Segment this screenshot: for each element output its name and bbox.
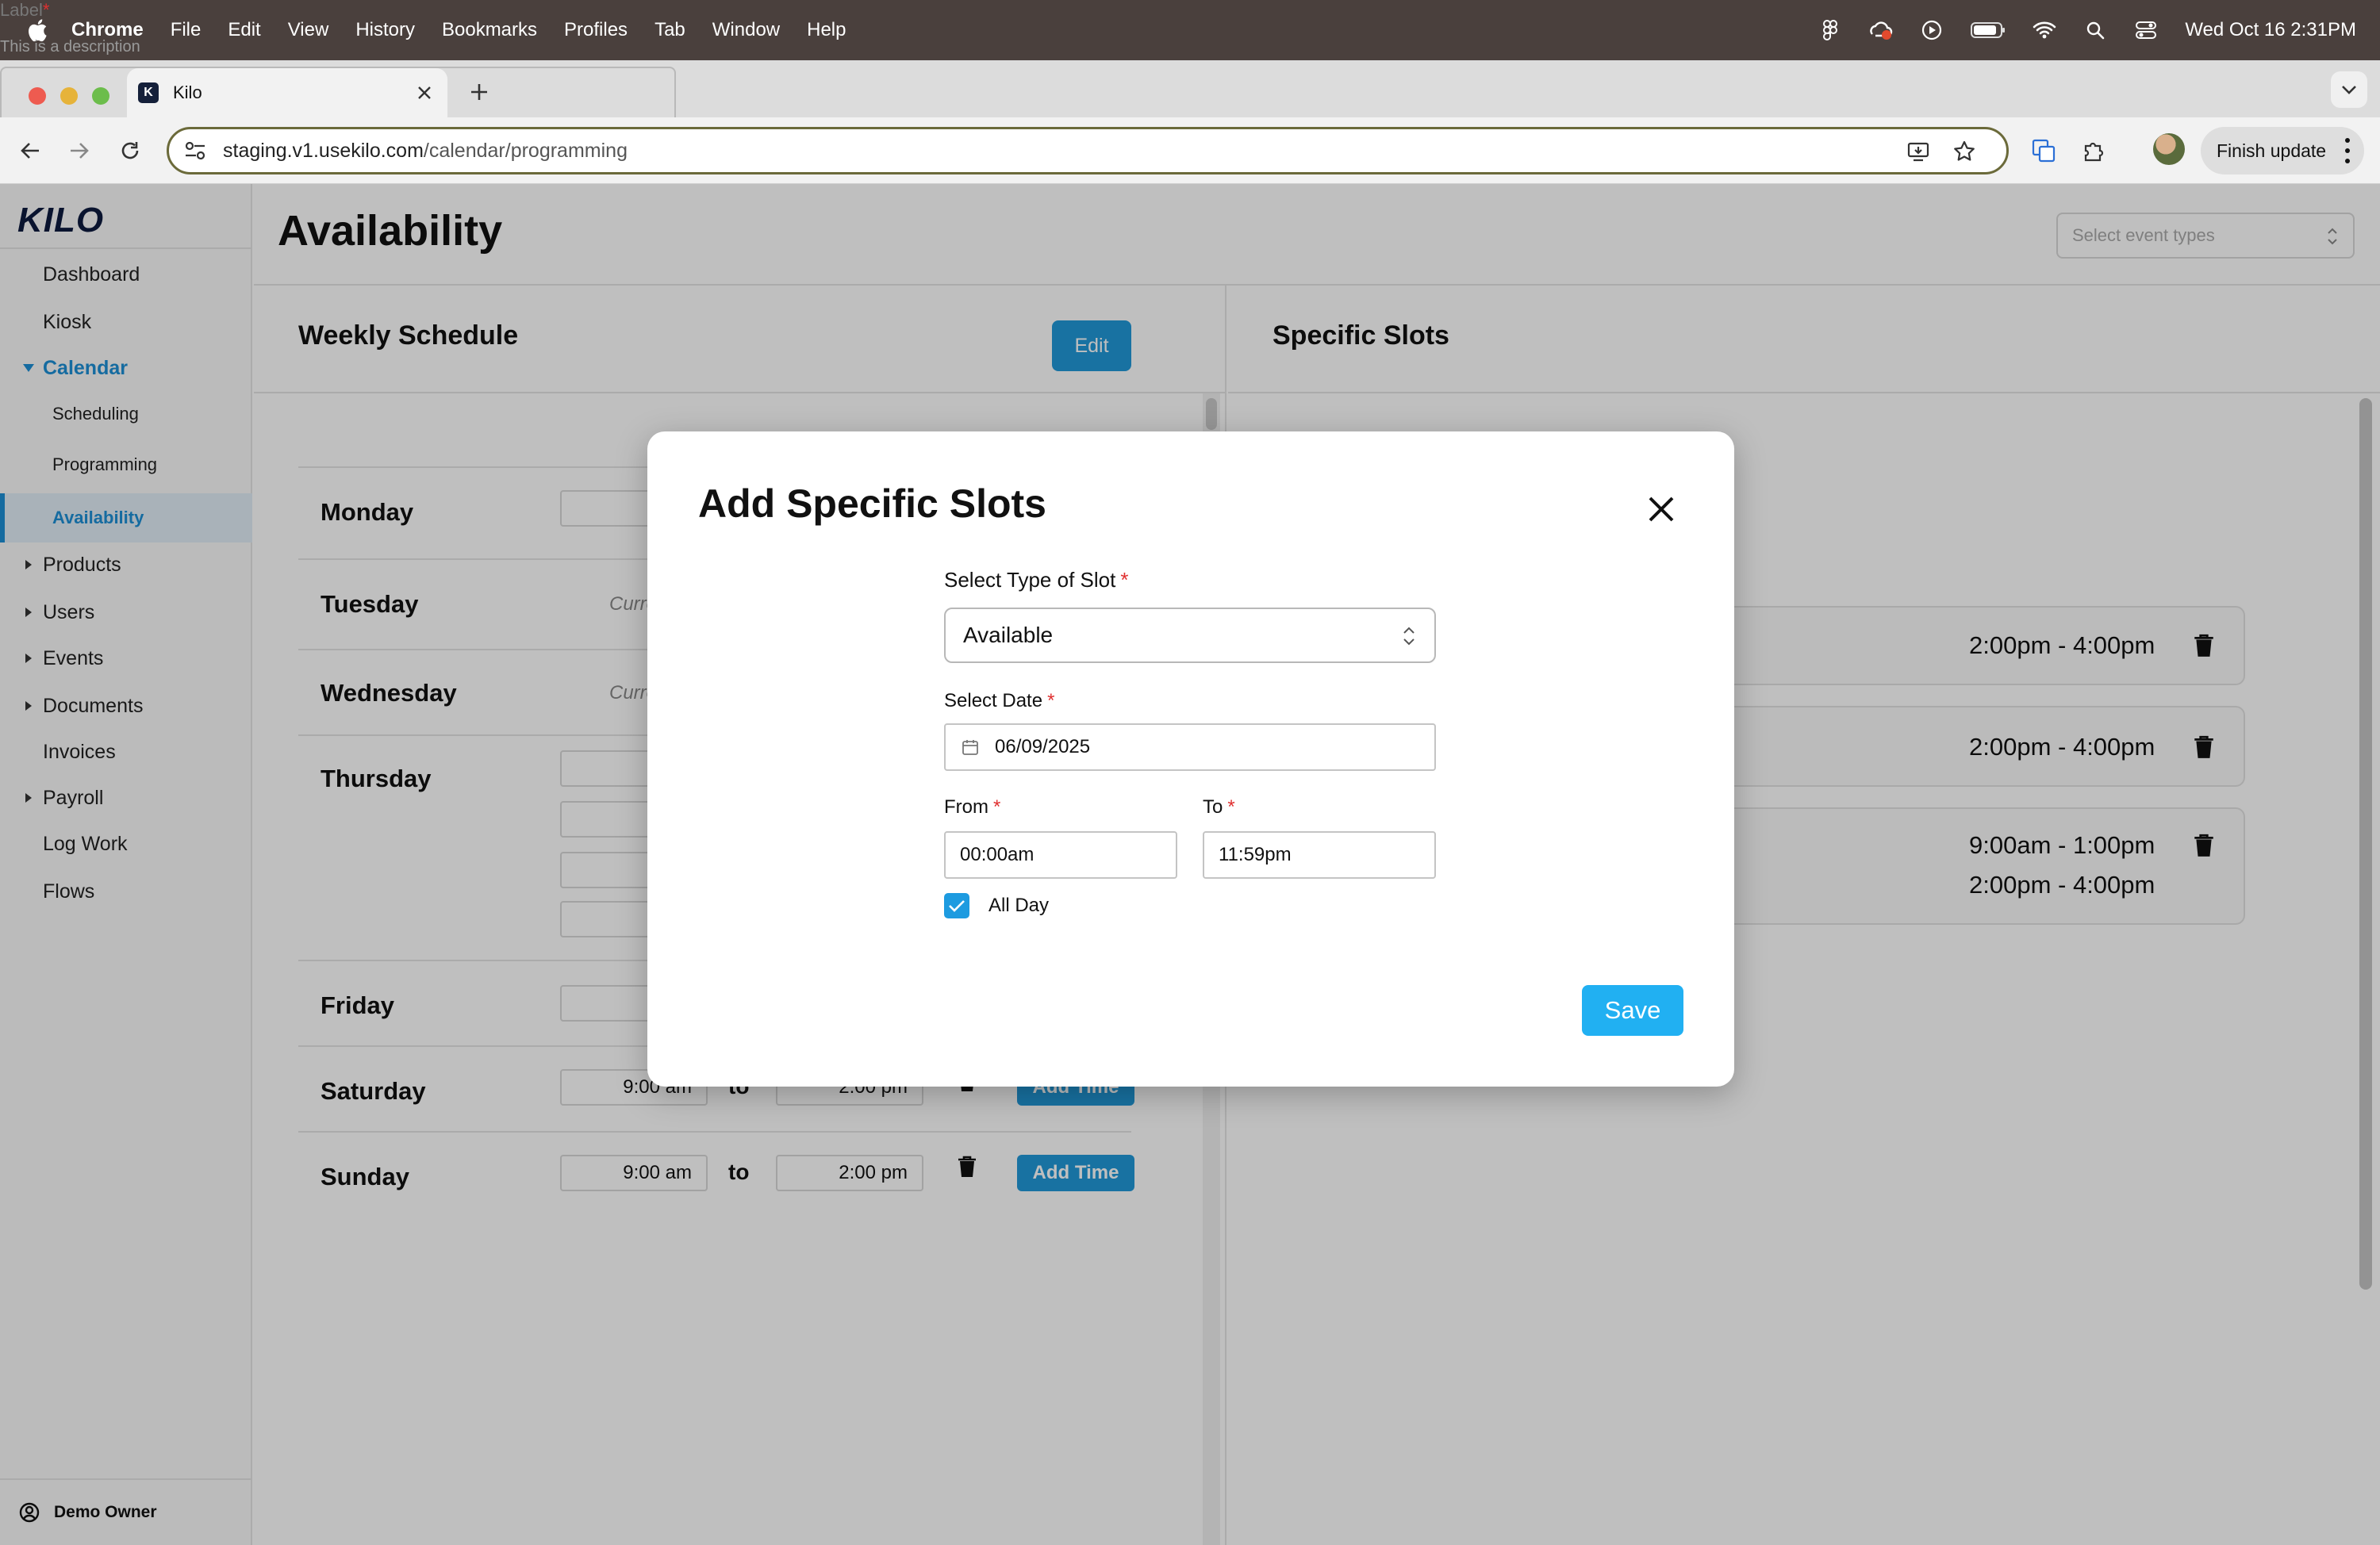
bookmark-star-icon[interactable] xyxy=(1952,140,1976,163)
tab-search-button[interactable] xyxy=(2331,71,2367,108)
back-button[interactable] xyxy=(14,135,46,167)
slot-type-select[interactable]: Available xyxy=(944,608,1436,663)
more-options-icon[interactable] xyxy=(2344,138,2351,163)
modal-title: Add Specific Slots xyxy=(698,481,1046,526)
slot-type-value: Available xyxy=(963,623,1054,647)
check-icon xyxy=(949,900,965,912)
save-button[interactable]: Save xyxy=(1582,985,1683,1036)
from-label: From * xyxy=(944,796,1001,818)
overlay-form-description: This is a description xyxy=(0,38,140,56)
menu-file[interactable]: File xyxy=(171,19,202,41)
from-time-value: 00:00am xyxy=(960,844,1035,865)
forward-button[interactable] xyxy=(63,135,95,167)
menu-window[interactable]: Window xyxy=(712,19,780,41)
overlay-form-label: Label* xyxy=(0,0,50,20)
from-time-input[interactable]: 00:00am xyxy=(944,831,1177,879)
chevron-up-down-icon xyxy=(1403,627,1415,646)
menu-bookmarks[interactable]: Bookmarks xyxy=(442,19,537,41)
site-settings-icon[interactable] xyxy=(183,139,207,163)
profile-avatar[interactable] xyxy=(2153,133,2185,165)
finish-update-button[interactable]: Finish update xyxy=(2201,127,2364,174)
extension-tab-icon[interactable] xyxy=(2028,135,2059,167)
menu-help[interactable]: Help xyxy=(807,19,846,41)
new-tab-button[interactable] xyxy=(463,76,495,108)
play-icon[interactable] xyxy=(1920,18,1944,42)
macos-menu-bar: Chrome File Edit View History Bookmarks … xyxy=(0,0,2380,60)
browser-toolbar: staging.v1.usekilo.com/calendar/programm… xyxy=(0,117,2380,184)
to-time-value: 11:59pm xyxy=(1219,844,1292,865)
tab-title: Kilo xyxy=(173,82,202,102)
extensions-puzzle-icon[interactable] xyxy=(2079,135,2110,167)
url-text[interactable]: staging.v1.usekilo.com/calendar/programm… xyxy=(223,140,628,163)
minimize-window-button[interactable] xyxy=(60,87,78,105)
close-icon[interactable] xyxy=(411,79,438,106)
menu-profiles[interactable]: Profiles xyxy=(564,19,628,41)
reload-button[interactable] xyxy=(114,135,146,167)
to-label: To * xyxy=(1203,796,1235,818)
maximize-window-button[interactable] xyxy=(92,87,109,105)
status-area: Wed Oct 16 2:31PM xyxy=(1791,0,2356,60)
date-label: Select Date * xyxy=(944,690,1055,711)
date-value: 06/09/2025 xyxy=(995,736,1091,757)
date-input[interactable]: 06/09/2025 xyxy=(944,723,1436,771)
spotlight-search-icon[interactable] xyxy=(2083,18,2107,42)
wifi-icon[interactable] xyxy=(2033,18,2056,42)
menu-view[interactable]: View xyxy=(288,19,329,41)
close-window-button[interactable] xyxy=(29,87,46,105)
menu-clock[interactable]: Wed Oct 16 2:31PM xyxy=(2185,19,2356,41)
figma-icon[interactable] xyxy=(1818,18,1842,42)
calendar-icon xyxy=(962,740,978,755)
close-icon[interactable] xyxy=(1645,493,1677,525)
all-day-label: All Day xyxy=(988,895,1050,916)
address-bar[interactable]: staging.v1.usekilo.com/calendar/programm… xyxy=(167,127,2009,174)
browser-tab-strip: K Kilo xyxy=(0,60,2380,117)
menu-tab[interactable]: Tab xyxy=(654,19,685,41)
menu-history[interactable]: History xyxy=(355,19,415,41)
battery-icon[interactable] xyxy=(1971,18,2006,42)
install-app-icon[interactable] xyxy=(1906,140,1930,163)
to-time-input[interactable]: 11:59pm xyxy=(1203,831,1436,879)
browser-tab-kilo[interactable]: K Kilo xyxy=(127,68,447,117)
menu-edit[interactable]: Edit xyxy=(228,19,260,41)
slot-type-label: Select Type of Slot * xyxy=(944,568,1129,592)
add-specific-slots-modal: Add Specific Slots Select Type of Slot * … xyxy=(647,431,1734,1087)
all-day-checkbox[interactable] xyxy=(944,893,969,918)
creative-cloud-icon[interactable] xyxy=(1869,18,1893,42)
kilo-favicon-icon: K xyxy=(138,82,159,103)
finish-update-label: Finish update xyxy=(2217,140,2327,161)
control-center-icon[interactable] xyxy=(2134,18,2158,42)
